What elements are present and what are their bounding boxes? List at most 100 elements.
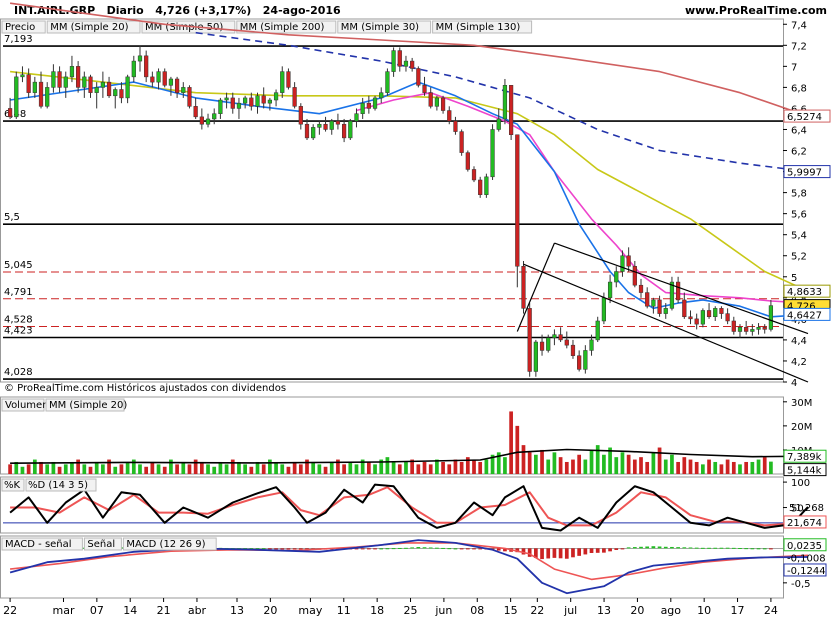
candle[interactable] <box>651 299 656 307</box>
candle[interactable] <box>614 271 619 283</box>
candle[interactable] <box>601 297 607 322</box>
candle[interactable] <box>397 50 402 67</box>
candle[interactable] <box>76 66 81 88</box>
candle[interactable] <box>391 50 396 72</box>
candle[interactable] <box>131 60 136 78</box>
candle[interactable] <box>762 327 767 330</box>
candle[interactable] <box>595 320 600 341</box>
candle[interactable] <box>199 116 204 125</box>
candle[interactable] <box>286 71 291 88</box>
candle[interactable] <box>682 299 687 318</box>
candle[interactable] <box>181 87 186 93</box>
candle[interactable] <box>546 337 551 351</box>
candle[interactable] <box>354 113 359 122</box>
candle[interactable] <box>329 120 334 130</box>
candle[interactable] <box>638 284 644 293</box>
candle[interactable] <box>403 60 409 67</box>
candle[interactable] <box>657 299 662 314</box>
candle[interactable] <box>706 310 712 318</box>
candle[interactable] <box>527 308 532 372</box>
candle[interactable] <box>583 350 588 370</box>
candle[interactable] <box>607 281 613 299</box>
candle[interactable] <box>156 71 161 83</box>
candle[interactable] <box>725 313 730 322</box>
candle[interactable] <box>119 89 124 99</box>
candle[interactable] <box>212 113 217 120</box>
candle[interactable] <box>323 123 328 130</box>
candle[interactable] <box>82 76 87 88</box>
candle[interactable] <box>32 81 37 93</box>
candle[interactable] <box>447 110 452 122</box>
candle[interactable] <box>379 92 384 99</box>
candle[interactable] <box>7 108 13 118</box>
candle[interactable] <box>471 169 477 181</box>
candle[interactable] <box>292 87 297 107</box>
candle[interactable] <box>620 255 625 272</box>
candle[interactable] <box>564 339 569 346</box>
candle[interactable] <box>385 71 390 93</box>
candle[interactable] <box>63 76 68 88</box>
candle[interactable] <box>676 281 681 301</box>
candle[interactable] <box>422 85 427 93</box>
candle[interactable] <box>577 355 582 370</box>
candle[interactable] <box>267 99 272 104</box>
candle[interactable] <box>255 95 260 107</box>
candle[interactable] <box>459 131 464 153</box>
candle[interactable] <box>348 120 353 139</box>
candle[interactable] <box>187 87 192 107</box>
candle[interactable] <box>57 71 62 88</box>
candle[interactable] <box>719 308 724 314</box>
candle[interactable] <box>280 71 285 93</box>
candle[interactable] <box>150 76 155 83</box>
candle[interactable] <box>756 327 761 330</box>
candle[interactable] <box>174 78 180 93</box>
candle[interactable] <box>768 305 774 330</box>
candle[interactable] <box>558 334 563 341</box>
candle[interactable] <box>713 308 718 318</box>
candle[interactable] <box>663 308 668 314</box>
candle[interactable] <box>243 97 248 104</box>
candle[interactable] <box>224 97 229 101</box>
candle[interactable] <box>465 152 470 170</box>
candle[interactable] <box>366 102 371 109</box>
candle[interactable] <box>688 316 693 320</box>
candle[interactable] <box>106 81 112 97</box>
candle[interactable] <box>144 55 149 78</box>
candle[interactable] <box>230 97 235 109</box>
candle[interactable] <box>416 68 421 86</box>
candle[interactable] <box>125 76 130 99</box>
candle[interactable] <box>51 71 56 88</box>
candle[interactable] <box>298 106 303 125</box>
candle[interactable] <box>484 176 489 195</box>
candle[interactable] <box>317 123 322 128</box>
candle[interactable] <box>515 134 520 267</box>
candle[interactable] <box>440 97 446 111</box>
candle[interactable] <box>38 81 44 107</box>
candle[interactable] <box>193 106 198 118</box>
candle[interactable] <box>694 318 699 325</box>
candle[interactable] <box>552 334 557 339</box>
candle[interactable] <box>273 92 279 101</box>
candle[interactable] <box>750 329 755 332</box>
candle[interactable] <box>533 341 538 372</box>
candle[interactable] <box>94 87 99 93</box>
candle[interactable] <box>342 123 347 139</box>
candle[interactable] <box>218 99 223 114</box>
candle[interactable] <box>744 327 749 332</box>
candle[interactable] <box>434 97 439 107</box>
candle[interactable] <box>502 85 508 120</box>
candle[interactable] <box>372 97 378 109</box>
candle[interactable] <box>410 60 415 69</box>
candle[interactable] <box>645 292 650 307</box>
candle[interactable] <box>490 129 495 178</box>
candle[interactable] <box>205 118 211 125</box>
candle[interactable] <box>632 266 637 286</box>
candle[interactable] <box>737 327 743 332</box>
candle[interactable] <box>45 87 50 107</box>
candle[interactable] <box>69 66 75 78</box>
candle[interactable] <box>589 339 594 351</box>
candle[interactable] <box>261 95 266 104</box>
candle[interactable] <box>509 85 514 135</box>
candle[interactable] <box>26 74 31 93</box>
candle[interactable] <box>137 55 143 62</box>
